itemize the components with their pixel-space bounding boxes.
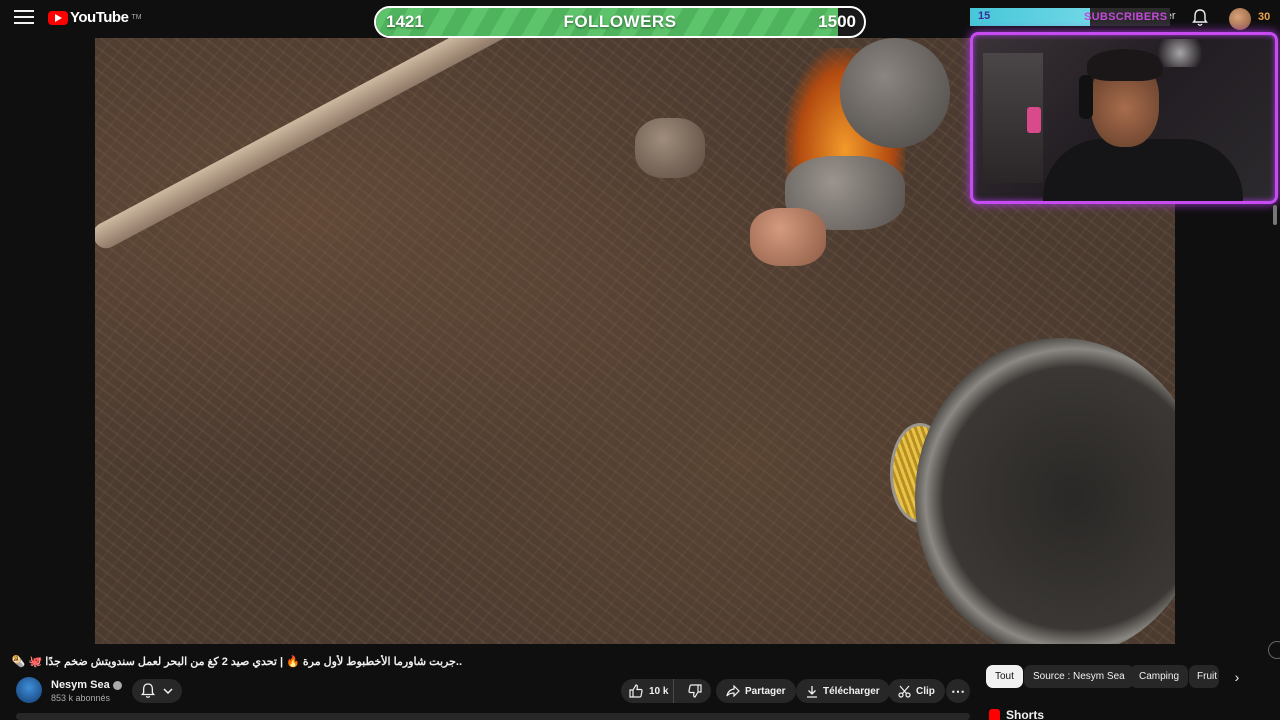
download-icon [807,685,817,698]
chevron-down-icon [163,688,173,694]
webcam-can [1027,107,1041,133]
scene-stick [95,38,702,253]
scene-pot [915,338,1175,644]
chevron-right-icon[interactable]: › [1228,668,1246,686]
subscribers-goal-bar: 15 SUBSCRIBERS [970,8,1170,26]
clip-label: Clip [916,685,935,697]
overlay-count: 30 [1258,11,1271,23]
scissors-icon [898,685,911,698]
share-button[interactable]: Partager [716,679,796,703]
expand-button[interactable] [1268,641,1280,659]
dislike-button[interactable] [679,684,711,698]
more-actions-button[interactable]: ⋯ [946,679,970,703]
download-label: Télécharger [823,685,880,697]
youtube-logo-icon [48,10,68,25]
chip-camping[interactable]: Camping [1130,665,1189,688]
channel-name[interactable]: Nesym Sea [51,679,110,691]
webcam-person-body [1043,139,1243,201]
share-label: Partager [745,685,786,697]
webcam-overlay [970,32,1278,204]
scrollbar-thumb[interactable] [1273,205,1277,225]
brand-sup: TM [131,14,142,21]
channel-avatar[interactable] [16,677,42,703]
channel-subscribers: 853 k abonnés [51,693,111,703]
more-icon: ⋯ [951,682,965,699]
like-dislike-group: 10 k [621,679,711,703]
chip-all[interactable]: Tout [986,665,1023,688]
verified-icon [112,680,122,690]
thumbs-down-icon [688,684,702,698]
video-title: ..جربت شاورما الأخطبوط لأول مرة 🔥 | تحدي… [11,656,462,668]
chip-source[interactable]: Source : Nesym Sea [1024,665,1134,688]
menu-icon[interactable] [14,10,34,26]
share-icon [726,685,740,697]
shorts-label: Shorts [1006,708,1045,720]
shorts-icon [989,708,1000,720]
shorts-section-header: Shorts [989,708,1044,720]
scene-rock [635,118,705,178]
sparkle-effect [1145,39,1215,67]
bell-icon[interactable] [1192,9,1208,27]
chip-fruit[interactable]: Fruit [1189,665,1219,688]
avatar[interactable] [1229,8,1251,30]
followers-goal-bar: 1421 FOLLOWERS 1500 [374,6,866,38]
like-button[interactable]: 10 k [621,679,675,703]
scene-rock [750,208,826,266]
thumbs-up-icon [629,684,643,698]
bell-icon [141,683,155,698]
subscribers-label: SUBSCRIBERS [1084,11,1168,23]
like-count: 10 k [649,685,669,697]
youtube-logo[interactable]: YouTube TM [48,9,142,26]
description-box[interactable] [16,713,970,720]
download-button[interactable]: Télécharger [796,679,890,703]
channel-name-row[interactable]: Nesym Sea [51,679,122,691]
clip-button[interactable]: Clip [888,679,945,703]
headset-icon [1079,75,1093,119]
followers-label: FOLLOWERS [563,12,677,31]
subscribers-count: 15 [978,10,991,22]
scene-rock [840,38,950,148]
brand-text: YouTube [70,9,129,26]
followers-goal: 1500 [818,12,856,31]
notification-bell-button[interactable] [132,679,182,703]
